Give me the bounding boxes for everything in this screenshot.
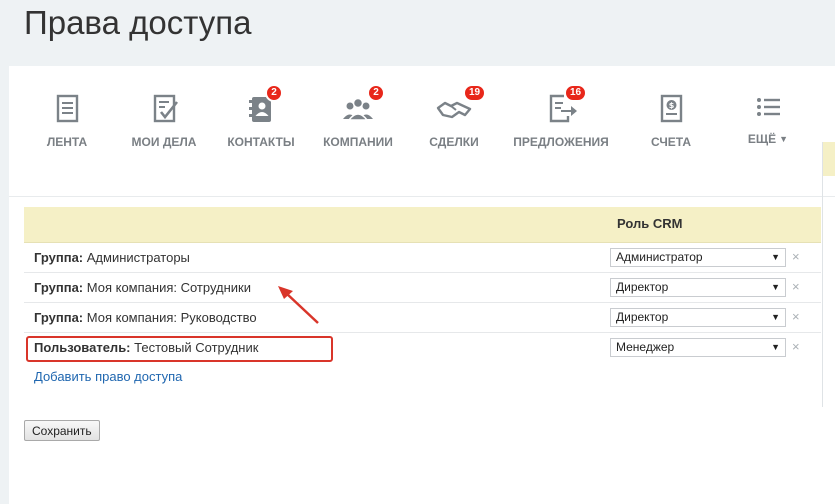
role-value: Администратор [616, 250, 703, 264]
page-title: Права доступа [24, 4, 252, 41]
delete-icon[interactable]: × [792, 249, 800, 264]
subject-name: Моя компания: Сотрудники [86, 280, 252, 295]
invoices-icon: $ [651, 90, 691, 130]
role-select[interactable]: Менеджер ▼ [610, 338, 786, 357]
more-icon [748, 90, 788, 130]
role-select[interactable]: Администратор ▼ [610, 248, 786, 267]
row-subject: Группа: Моя компания: Сотрудники [34, 280, 251, 295]
select-arrow-icon: ▼ [771, 252, 780, 262]
table-header: Роль CRM [24, 207, 821, 243]
subject-name: Администраторы [86, 250, 190, 265]
tasks-icon [144, 90, 184, 130]
more-label: ЕЩЁ [747, 132, 777, 146]
toolbar-label: ЕЩЁ ▼ [733, 132, 803, 146]
companies-badge: 2 [367, 84, 385, 102]
table-row: Группа: Моя компания: Сотрудники Директо… [24, 273, 821, 303]
svg-text:$: $ [669, 101, 675, 110]
delete-icon[interactable]: × [792, 309, 800, 324]
toolbar-label: СДЕЛКИ [429, 135, 479, 149]
select-arrow-icon: ▼ [771, 312, 780, 322]
feed-icon [47, 90, 87, 130]
quotes-badge: 16 [564, 84, 588, 102]
column-header-role: Роль CRM [617, 216, 683, 231]
contacts-badge: 2 [265, 84, 283, 102]
chevron-down-icon: ▼ [779, 134, 789, 144]
table-row: Группа: Администраторы Администратор ▼ × [24, 243, 821, 273]
toolbar-item-quotes[interactable]: 16 ПРЕДЛОЖЕНИЯ [511, 84, 611, 190]
toolbar-item-contacts[interactable]: 2 КОНТАКТЫ [221, 84, 301, 190]
save-button[interactable]: Сохранить [24, 420, 100, 441]
delete-icon[interactable]: × [792, 279, 800, 294]
crm-toolbar: ЛЕНТА МОИ ДЕЛА 2 КОНТАКТЫ 2 КОМПАНИИ 19 … [9, 66, 835, 197]
row-subject: Группа: Администраторы [34, 250, 190, 265]
right-panel [822, 142, 835, 407]
subject-type: Группа: [34, 250, 84, 265]
toolbar-item-more[interactable]: ЕЩЁ ▼ [733, 90, 803, 190]
toolbar-item-deals[interactable]: 19 СДЕЛКИ [414, 84, 494, 190]
toolbar-label: СЧЕТА [650, 135, 692, 149]
toolbar-label: ЛЕНТА [46, 135, 88, 149]
role-select[interactable]: Директор ▼ [610, 308, 786, 327]
toolbar-label: МОИ ДЕЛА [131, 135, 197, 149]
toolbar-item-feed[interactable]: ЛЕНТА [32, 90, 102, 190]
row-subject: Группа: Моя компания: Руководство [34, 310, 257, 325]
select-arrow-icon: ▼ [771, 282, 780, 292]
subject-type: Группа: [34, 310, 84, 325]
deals-badge: 19 [463, 84, 487, 102]
toolbar-item-invoices[interactable]: $ СЧЕТА [631, 90, 711, 190]
add-access-link[interactable]: Добавить право доступа [34, 369, 182, 384]
select-arrow-icon: ▼ [771, 342, 780, 352]
toolbar-item-tasks[interactable]: МОИ ДЕЛА [124, 90, 204, 190]
role-value: Менеджер [616, 340, 675, 354]
toolbar-label: КОМПАНИИ [323, 135, 393, 149]
toolbar-label: ПРЕДЛОЖЕНИЯ [513, 135, 609, 149]
role-value: Директор [616, 310, 669, 324]
delete-icon[interactable]: × [792, 339, 800, 354]
annotation-highlight-box [26, 336, 333, 362]
table-row: Группа: Моя компания: Руководство Директ… [24, 303, 821, 333]
toolbar-label: КОНТАКТЫ [227, 135, 295, 149]
subject-name: Моя компания: Руководство [86, 310, 257, 325]
role-select[interactable]: Директор ▼ [610, 278, 786, 297]
role-value: Директор [616, 280, 669, 294]
toolbar-item-companies[interactable]: 2 КОМПАНИИ [318, 84, 398, 190]
subject-type: Группа: [34, 280, 84, 295]
